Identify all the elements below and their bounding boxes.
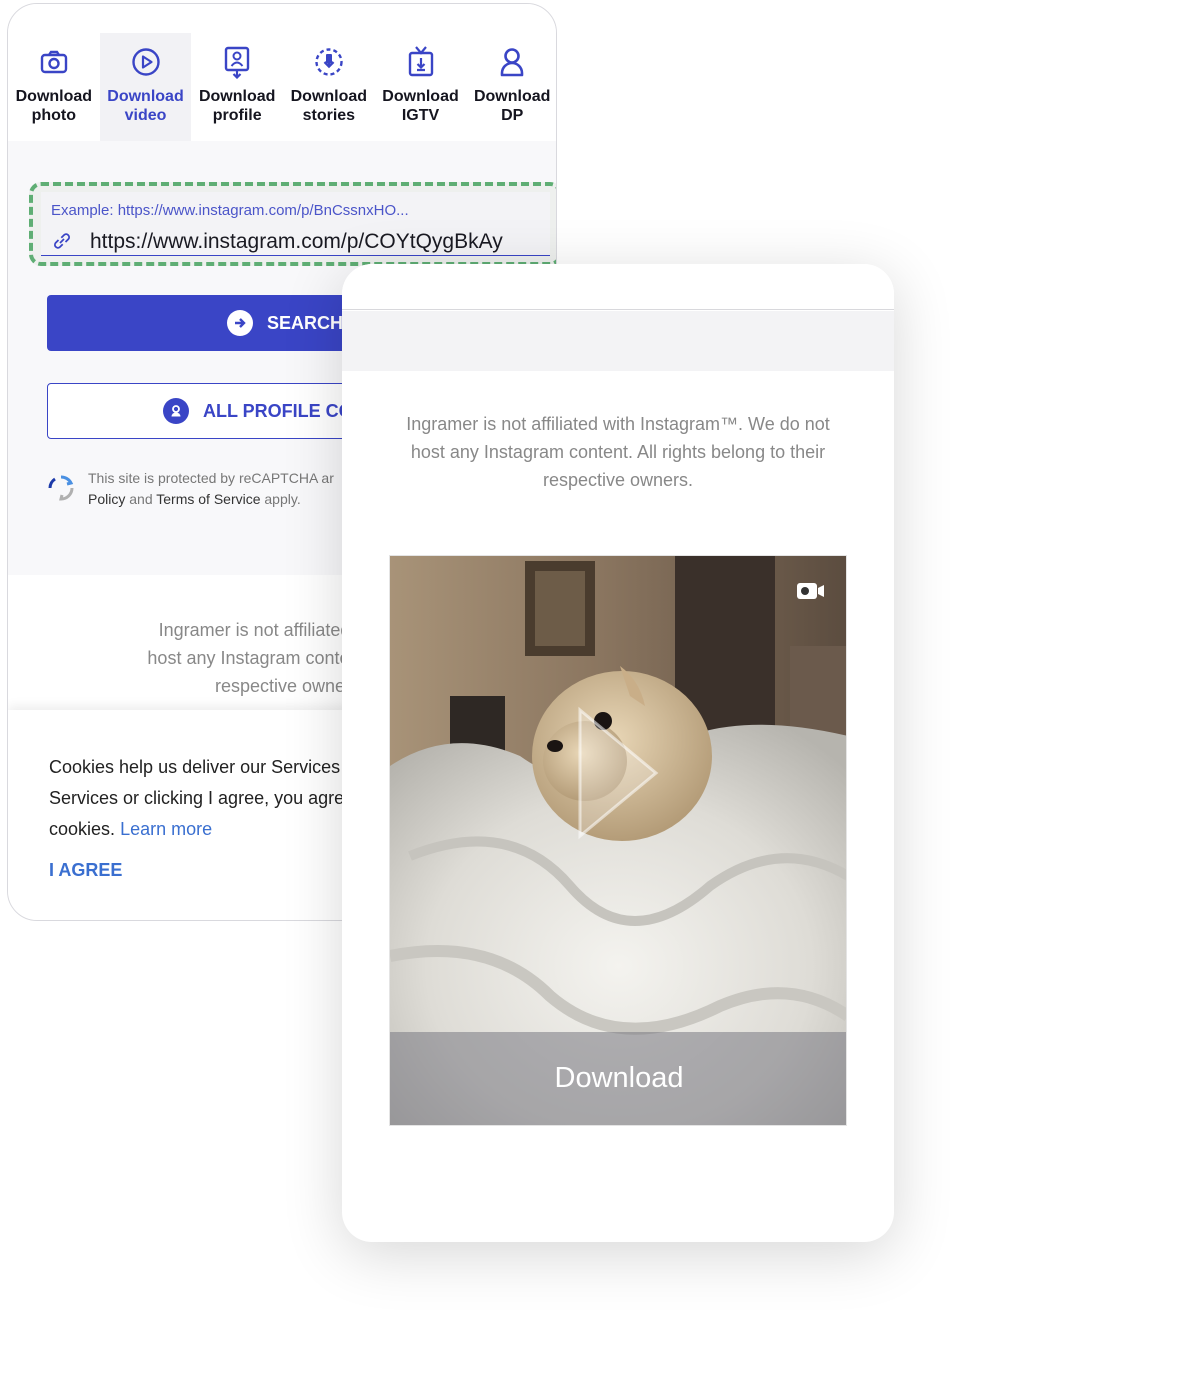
recaptcha-line: This site is protected by reCAPTCHA ar xyxy=(88,470,334,486)
tab-label: Download video xyxy=(107,88,184,124)
tab-download-photo[interactable]: Download photo xyxy=(8,33,100,141)
tab-label: Download stories xyxy=(290,88,368,124)
tv-icon xyxy=(404,45,438,79)
play-circle-icon xyxy=(129,45,163,79)
recaptcha-and: and xyxy=(125,491,157,507)
terms-of-service-link[interactable]: Terms of Service xyxy=(156,491,260,507)
tab-download-video[interactable]: Download video xyxy=(99,33,192,141)
learn-more-link[interactable]: Learn more xyxy=(120,819,212,839)
front-phone-screen: Ingramer is not affiliated with Instagra… xyxy=(342,264,894,1242)
camera-icon xyxy=(37,45,71,79)
tab-label: Download photo xyxy=(15,88,93,124)
stories-icon xyxy=(312,45,346,79)
person-icon xyxy=(495,45,529,79)
recaptcha-icon xyxy=(48,475,74,501)
download-button[interactable]: Download xyxy=(390,1032,846,1125)
recaptcha-apply: apply. xyxy=(260,491,301,507)
tab-label: Download DP xyxy=(473,88,551,124)
video-preview[interactable]: Download xyxy=(389,555,847,1126)
tab-download-profile[interactable]: Download profile xyxy=(191,33,283,141)
profile-icon xyxy=(220,45,254,79)
tab-download-dp[interactable]: Download DP xyxy=(466,33,556,141)
tab-label: Download profile xyxy=(198,88,276,124)
download-tabs: Download photo Download video Download p… xyxy=(8,4,556,141)
play-icon[interactable] xyxy=(576,706,660,840)
tab-label: Download IGTV xyxy=(382,88,459,124)
arrow-right-icon xyxy=(227,310,253,336)
profile-button-label: ALL PROFILE CO xyxy=(203,400,353,421)
video-camera-icon xyxy=(797,583,824,599)
front-header xyxy=(342,264,894,310)
lock-person-icon xyxy=(163,398,189,424)
tab-download-stories[interactable]: Download stories xyxy=(283,33,375,141)
privacy-policy-link[interactable]: Policy xyxy=(88,491,125,507)
cookie-line-end: cookies. xyxy=(49,819,116,839)
tab-download-igtv[interactable]: Download IGTV xyxy=(375,33,467,141)
url-placeholder: Example: https://www.instagram.com/p/BnC… xyxy=(51,202,409,219)
link-icon xyxy=(54,233,70,249)
disclaimer-front: Ingramer is not affiliated with Instagra… xyxy=(406,414,830,490)
url-input-highlight: Example: https://www.instagram.com/p/BnC… xyxy=(29,182,556,266)
url-input[interactable]: Example: https://www.instagram.com/p/BnC… xyxy=(41,192,550,256)
front-band xyxy=(342,311,894,371)
agree-button[interactable]: I AGREE xyxy=(49,860,122,881)
url-value: https://www.instagram.com/p/COYtQygBkAy xyxy=(90,230,503,253)
search-button-label: SEARCH xyxy=(267,312,344,333)
